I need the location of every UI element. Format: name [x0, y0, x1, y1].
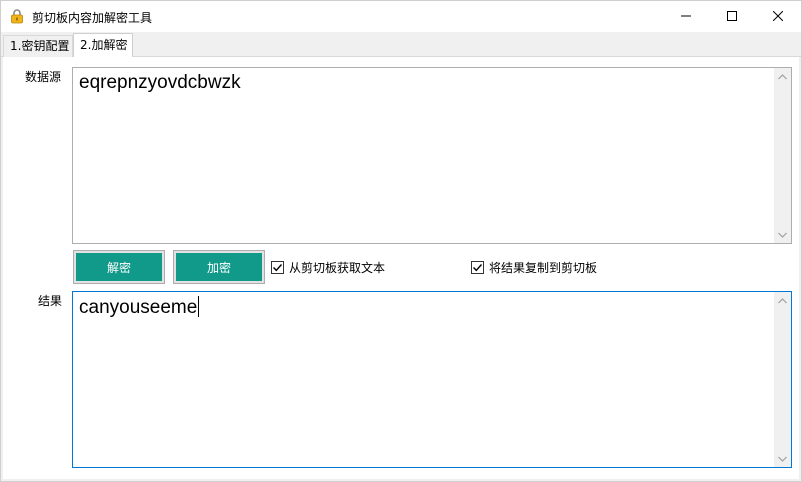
- checkmark-icon: [273, 264, 283, 272]
- result-text: canyouseeme: [79, 297, 198, 318]
- copy-result-checkbox[interactable]: [471, 261, 484, 274]
- tab-page-encrypt-decrypt: 数据源 eqrepnzyovdcbwzk 解密 加密 从剪切板获取文本 将结果复…: [3, 57, 799, 479]
- tab-strip: 1.密钥配置 2.加解密: [1, 32, 801, 58]
- source-label: 数据源: [25, 70, 62, 84]
- encrypt-button[interactable]: 加密: [176, 253, 262, 281]
- source-text: eqrepnzyovdcbwzk: [79, 72, 241, 93]
- copy-result-option[interactable]: 将结果复制到剪切板: [471, 259, 597, 276]
- source-scrollbar[interactable]: [774, 68, 791, 243]
- window-title: 剪切板内容加解密工具: [32, 11, 153, 25]
- source-textarea[interactable]: eqrepnzyovdcbwzk: [72, 67, 792, 244]
- lock-icon: [9, 8, 25, 24]
- result-label: 结果: [38, 294, 63, 308]
- tab-encrypt-decrypt[interactable]: 2.加解密: [73, 33, 133, 58]
- read-clipboard-checkbox[interactable]: [271, 261, 284, 274]
- checkmark-icon: [473, 264, 483, 272]
- result-text-wrap: canyouseeme: [79, 296, 200, 319]
- chevron-down-icon[interactable]: [774, 226, 791, 243]
- result-textarea[interactable]: canyouseeme: [72, 291, 792, 468]
- encrypt-button-frame: 加密: [173, 250, 265, 284]
- chevron-down-icon[interactable]: [774, 450, 791, 467]
- result-scrollbar[interactable]: [774, 292, 791, 467]
- app-window: 剪切板内容加解密工具 1.密钥配置 2.加解密 数据源 eqrepnzyovdc…: [0, 0, 802, 482]
- close-icon: [772, 10, 784, 24]
- minimize-icon: [681, 10, 691, 24]
- read-clipboard-option[interactable]: 从剪切板获取文本: [271, 259, 385, 276]
- minimize-button[interactable]: [663, 1, 709, 32]
- read-clipboard-label: 从剪切板获取文本: [289, 261, 386, 275]
- chevron-up-icon[interactable]: [774, 68, 791, 85]
- chevron-up-icon[interactable]: [774, 292, 791, 309]
- close-button[interactable]: [755, 1, 801, 32]
- text-caret: [198, 296, 200, 317]
- copy-result-label: 将结果复制到剪切板: [489, 261, 598, 275]
- maximize-icon: [727, 10, 737, 24]
- decrypt-button-frame: 解密: [73, 250, 165, 284]
- tab-key-config[interactable]: 1.密钥配置: [3, 35, 73, 57]
- maximize-button[interactable]: [709, 1, 755, 32]
- title-bar: 剪切板内容加解密工具: [1, 1, 801, 32]
- decrypt-button[interactable]: 解密: [76, 253, 162, 281]
